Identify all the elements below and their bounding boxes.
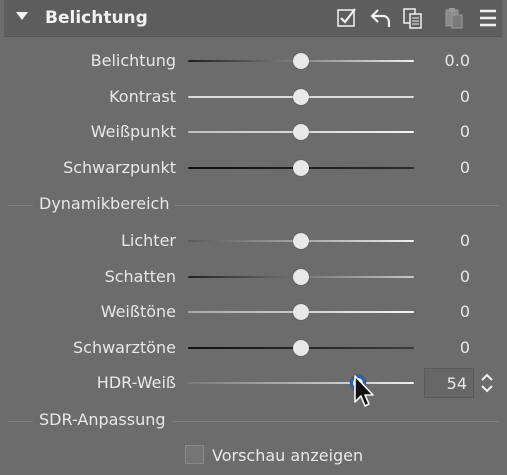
slider-label: Schatten [104,267,176,286]
slider-row-schwarztoene: Schwarztöne 0 [0,333,507,363]
section-title: Dynamikbereich [33,194,176,213]
slider-value[interactable]: 0 [460,122,470,141]
hdr-weiss-value-field[interactable]: 54 [424,368,474,398]
slider-label: Lichter [121,231,176,250]
slider-thumb[interactable] [293,269,309,285]
slider-label: Weißpunkt [90,122,176,141]
slider-thumb[interactable] [293,160,309,176]
slider-value[interactable]: 0 [460,158,470,177]
slider-row-belichtung: Belichtung 0.0 [0,46,507,76]
preview-checkbox-label[interactable]: Vorschau anzeigen [212,446,363,465]
copy-icon[interactable] [401,6,425,30]
slider-label: HDR-Weiß [96,373,176,392]
undo-icon[interactable] [369,6,393,30]
collapse-caret-icon[interactable] [16,12,28,20]
slider-thumb[interactable] [293,89,309,105]
menu-icon[interactable] [476,6,500,30]
slider-value[interactable]: 0 [460,338,470,357]
slider-row-lichter: Lichter 0 [0,226,507,256]
value-spinner[interactable] [479,370,495,396]
checkbox-checked-icon[interactable] [335,6,359,30]
slider-label: Schwarztöne [72,338,176,357]
slider-thumb[interactable] [293,124,309,140]
paste-icon[interactable] [442,6,466,30]
slider-track[interactable] [188,382,414,384]
slider-row-schatten: Schatten 0 [0,262,507,292]
slider-thumb[interactable] [293,340,309,356]
slider-row-kontrast: Kontrast 0 [0,82,507,112]
panel-title: Belichtung [45,8,148,28]
slider-value[interactable]: 0 [460,302,470,321]
slider-value[interactable]: 0 [460,267,470,286]
slider-value[interactable]: 0 [460,231,470,250]
slider-label: Schwarzpunkt [63,158,176,177]
slider-row-weisstoene: Weißtöne 0 [0,297,507,327]
slider-thumb[interactable] [293,233,309,249]
slider-row-weisspunkt: Weißpunkt 0 [0,117,507,147]
slider-row-hdr-weiss: HDR-Weiß 54 [0,368,507,398]
spinner-arrows-icon[interactable] [479,370,495,396]
section-title: SDR-Anpassung [33,410,172,429]
slider-label: Kontrast [109,87,176,106]
panel-header[interactable]: Belichtung [4,0,502,37]
section-header-dynamikbereich: Dynamikbereich [0,194,507,216]
slider-value[interactable]: 0 [460,87,470,106]
preview-checkbox[interactable] [185,445,204,464]
slider-label: Belichtung [90,51,176,70]
slider-value[interactable]: 0.0 [445,51,470,70]
mouse-cursor-icon [352,374,376,410]
slider-thumb[interactable] [293,304,309,320]
slider-label: Weißtöne [100,302,176,321]
slider-thumb[interactable] [293,53,309,69]
section-header-sdr-anpassung: SDR-Anpassung [0,410,507,432]
slider-row-schwarzpunkt: Schwarzpunkt 0 [0,153,507,183]
